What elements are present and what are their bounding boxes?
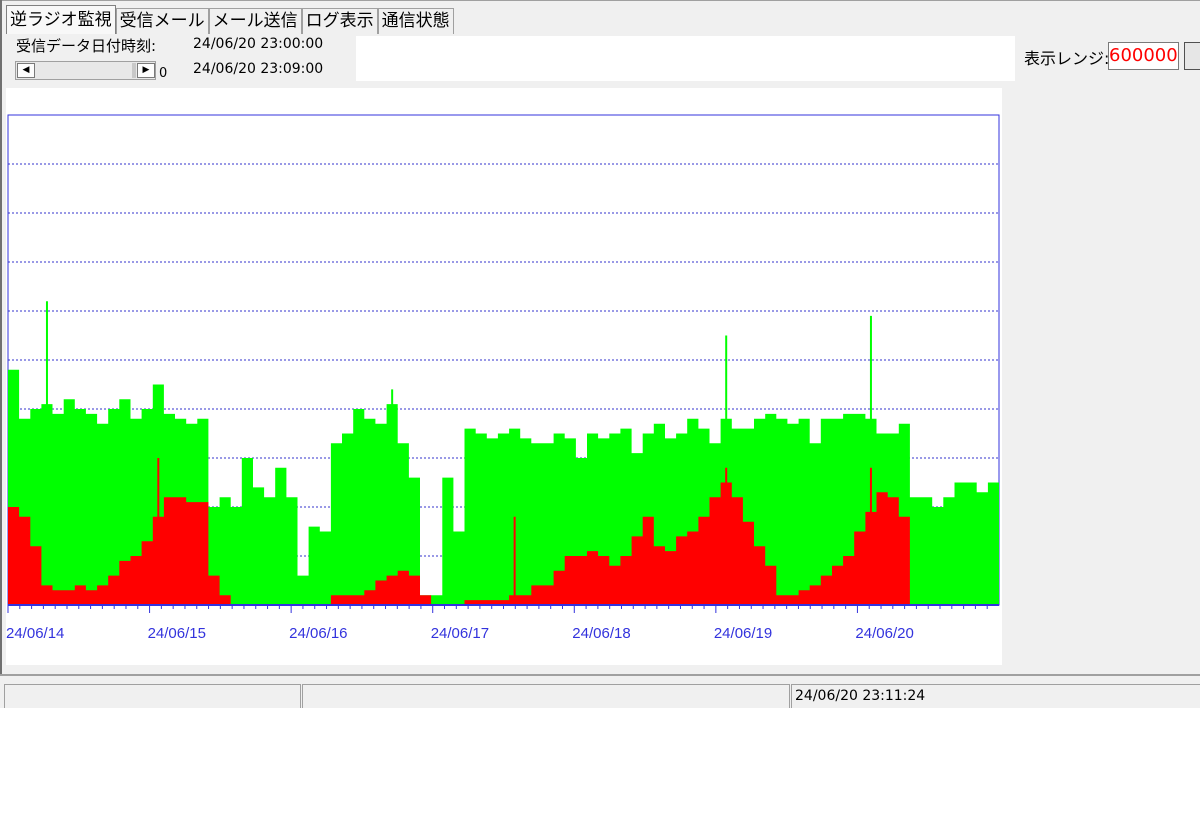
scroll-left-button[interactable]: ◀: [17, 63, 35, 78]
window-top-border: [0, 0, 1200, 1]
display-range-input[interactable]: 600000: [1108, 42, 1179, 70]
tab-strip: 逆ラジオ監視 受信メール メール送信 ログ表示 通信状態: [6, 5, 454, 34]
received-datetime-label: 受信データ日付時刻:: [16, 37, 157, 55]
scroll-right-button[interactable]: ▶: [137, 63, 155, 78]
received-time-end: 24/06/20 23:09:00: [193, 61, 324, 77]
scroll-position-value: 0: [159, 66, 168, 81]
x-tick-label: 24/06/19: [714, 625, 772, 642]
traffic-chart: 24/06/14 24/06/15 24/06/16 24/06/17 24/06/18…: [6, 114, 1000, 642]
status-datetime: 24/06/20 23:11:24: [791, 684, 1200, 708]
window-left-border: [0, 0, 2, 708]
x-tick-label: 24/06/14: [6, 625, 64, 642]
status-bar: 24/06/20 23:11:24: [0, 674, 1200, 708]
tab-log-view[interactable]: ログ表示: [301, 8, 378, 34]
x-tick-label: 24/06/18: [572, 625, 630, 642]
scroll-thumb[interactable]: [132, 63, 136, 78]
received-time-start: 24/06/20 23:00:00: [193, 36, 324, 52]
status-pane-2: [302, 684, 790, 708]
tab-reverse-radio-monitor[interactable]: 逆ラジオ監視: [6, 5, 116, 34]
tab-comm-status[interactable]: 通信状態: [377, 8, 454, 34]
x-tick-label: 24/06/20: [855, 625, 913, 642]
x-tick-label: 24/06/16: [289, 625, 347, 642]
info-panel: [356, 36, 1015, 81]
status-pane-1: [4, 684, 301, 708]
app-window: 逆ラジオ監視 受信メール メール送信 ログ表示 通信状態 受信データ日付時刻: …: [0, 0, 1200, 708]
display-range-label: 表示レンジ:: [1024, 49, 1110, 68]
x-tick-label: 24/06/17: [431, 625, 489, 642]
x-tick-label: 24/06/15: [148, 625, 206, 642]
tab-received-mail[interactable]: 受信メール: [115, 8, 209, 34]
tab-send-mail[interactable]: メール送信: [208, 8, 302, 34]
time-scrollbar[interactable]: ◀ ▶: [15, 61, 156, 80]
chart-panel: 24/06/14 24/06/15 24/06/16 24/06/17 24/06/18…: [6, 88, 1002, 665]
display-range-button[interactable]: [1184, 42, 1200, 70]
